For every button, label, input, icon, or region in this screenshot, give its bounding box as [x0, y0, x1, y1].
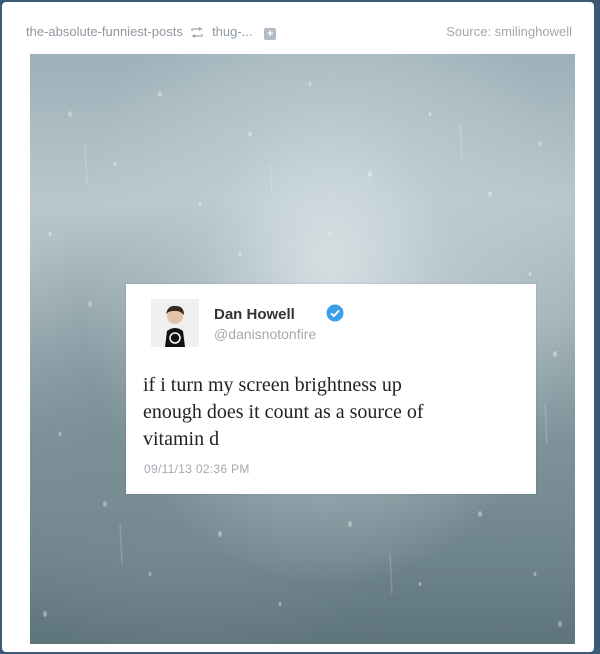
plus-icon[interactable]: + [264, 28, 277, 40]
reblog-trail: the-absolute-funniest-posts thug-... + [26, 24, 277, 41]
post-header: the-absolute-funniest-posts thug-... + S… [2, 2, 594, 48]
verified-badge-icon [326, 304, 344, 322]
blog-name-link[interactable]: the-absolute-funniest-posts [26, 24, 183, 39]
source-link[interactable]: Source: smilinghowell [446, 24, 572, 39]
reblog-icon [190, 26, 204, 41]
tweet-text-line: enough does it count as a source of [143, 401, 424, 423]
tweet-text-line: vitamin d [143, 428, 220, 450]
user-handle[interactable]: @danisnotonfire [214, 326, 316, 342]
post-photo: Dan Howell @danisnotonfire if i turn my … [30, 54, 575, 644]
post-card: the-absolute-funniest-posts thug-... + S… [2, 2, 594, 652]
display-name[interactable]: Dan Howell [214, 306, 295, 323]
tweet-card: Dan Howell @danisnotonfire if i turn my … [126, 284, 536, 494]
reblogged-from-link[interactable]: thug-... [212, 24, 252, 39]
tweet-text: if i turn my screen brightness up enough… [143, 372, 523, 453]
tweet-timestamp: 09/11/13 02:36 PM [144, 462, 250, 476]
avatar[interactable] [151, 299, 199, 347]
tweet-text-line: if i turn my screen brightness up [143, 374, 402, 396]
